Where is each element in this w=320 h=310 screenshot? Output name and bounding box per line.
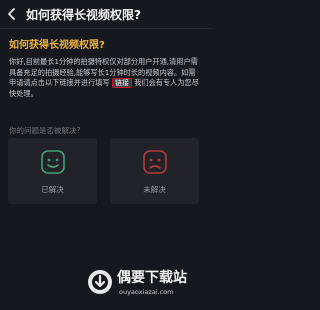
nav-divider [0,28,211,29]
resolved-button[interactable]: 已解决 [8,138,97,204]
top-nav-bar: 如何获得长视频权限? [0,0,211,28]
sad-face-icon [143,150,167,174]
unresolved-label: 未解决 [143,185,166,194]
feedback-question: 你的问题是否被解决? [9,126,81,135]
smile-face-icon [41,150,65,174]
watermark-logo-icon [88,270,112,294]
chevron-left-icon [7,8,15,20]
watermark-url: ouyaoxiazai.com [119,288,174,296]
question-title: 如何获得长视频权限? [9,40,105,51]
site-watermark: 偶要下载站 ouyaoxiazai.com [87,265,205,303]
watermark-title: 偶要下载站 [117,270,187,286]
resolved-label: 已解决 [41,185,64,194]
unresolved-button[interactable]: 未解决 [110,138,199,204]
apply-link[interactable]: 链接 [111,78,132,88]
answer-text: 你好,目前最长1分钟的拍摄特权仅对部分用户开通,清用户需具备充足的拍摄经验,能够… [9,57,202,99]
faq-content: 如何获得长视频权限? 你好,目前最长1分钟的拍摄特权仅对部分用户开通,清用户需具… [9,36,204,99]
page-title: 如何获得长视频权限? [26,7,141,22]
back-button[interactable] [0,0,22,28]
